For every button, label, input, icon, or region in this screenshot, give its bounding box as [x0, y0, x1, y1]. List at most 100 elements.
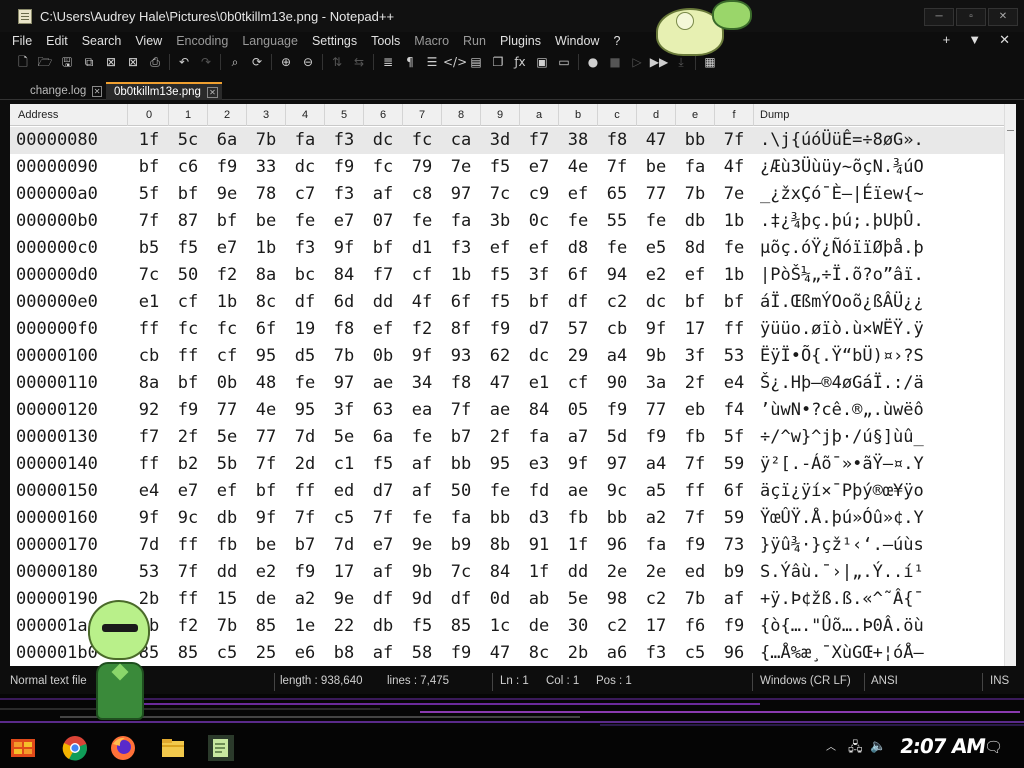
- hex-byte-cell[interactable]: b2: [173, 451, 203, 478]
- hex-byte-cell[interactable]: f5: [485, 154, 515, 181]
- hex-byte-cell[interactable]: 9b: [641, 343, 671, 370]
- hex-byte-cell[interactable]: af: [407, 478, 437, 505]
- hex-row[interactable]: 00000140 ff b2 5b 7f 2d c1 f5 af bb 95 e3 9f 97 a4 7f 59…: [10, 451, 1016, 478]
- hex-byte-cell[interactable]: 53: [719, 343, 749, 370]
- hex-row[interactable]: 00000080 1f 5c 6a 7b fa f3 dc fc ca 3d f7 38 f8 47 bb 7f…: [10, 127, 1016, 154]
- hex-byte-cell[interactable]: df: [290, 289, 320, 316]
- hex-byte-cell[interactable]: 9f: [134, 505, 164, 532]
- hex-byte-cell[interactable]: 5b: [212, 451, 242, 478]
- close-tab-button[interactable]: ✕: [999, 32, 1010, 48]
- hex-row-dump[interactable]: µõç.óŸ¿ÑóïïØþå.þ: [760, 235, 924, 262]
- hex-byte-cell[interactable]: ae: [368, 370, 398, 397]
- hex-byte-cell[interactable]: e7: [173, 478, 203, 505]
- hex-byte-cell[interactable]: 53: [134, 559, 164, 586]
- hex-byte-cell[interactable]: b5: [134, 235, 164, 262]
- hex-byte-cell[interactable]: 48: [251, 370, 281, 397]
- close-button[interactable]: ✕: [988, 8, 1018, 26]
- hex-byte-cell[interactable]: f9: [329, 154, 359, 181]
- hex-row-dump[interactable]: .‡¿¾þç.þú;.þUþÛ.: [760, 208, 924, 235]
- menu-file[interactable]: File: [12, 34, 32, 48]
- menu-window[interactable]: Window: [555, 34, 599, 48]
- hex-byte-cell[interactable]: f5: [485, 262, 515, 289]
- hex-byte-cell[interactable]: 0b: [212, 370, 242, 397]
- hex-byte-cell[interactable]: be: [641, 154, 671, 181]
- menu-tools[interactable]: Tools: [371, 34, 400, 48]
- hex-byte-cell[interactable]: 7f: [290, 505, 320, 532]
- hex-byte-cell[interactable]: f5: [368, 451, 398, 478]
- hex-byte-cell[interactable]: f2: [173, 613, 203, 640]
- hex-byte-cell[interactable]: bb: [680, 127, 710, 154]
- find-icon[interactable]: ⌕: [224, 53, 246, 71]
- hex-byte-cell[interactable]: 6f: [251, 316, 281, 343]
- hex-byte-cell[interactable]: dc: [641, 289, 671, 316]
- hex-row[interactable]: 00000100 cb ff cf 95 d5 7b 0b 9f 93 62 dc 29 a4 9b 3f 53…: [10, 343, 1016, 370]
- hex-byte-cell[interactable]: f2: [212, 262, 242, 289]
- hex-byte-cell[interactable]: c2: [641, 586, 671, 613]
- hex-byte-cell[interactable]: 3b: [485, 208, 515, 235]
- hex-byte-cell[interactable]: 17: [329, 559, 359, 586]
- hex-byte-cell[interactable]: fa: [446, 208, 476, 235]
- hex-row[interactable]: 000000f0 ff fc fc 6f 19 f8 ef f2 8f f9 d7 57 cb 9f 17 ff…: [10, 316, 1016, 343]
- hex-byte-cell[interactable]: f3: [446, 235, 476, 262]
- hex-byte-cell[interactable]: 95: [485, 451, 515, 478]
- hex-byte-cell[interactable]: e5: [641, 235, 671, 262]
- hex-byte-cell[interactable]: 9b: [407, 559, 437, 586]
- hex-byte-cell[interactable]: db: [368, 613, 398, 640]
- chrome-icon[interactable]: [62, 735, 88, 761]
- hex-row[interactable]: 00000090 bf c6 f9 33 dc f9 fc 79 7e f5 e7 4e 7f be fa 4f…: [10, 154, 1016, 181]
- hex-byte-cell[interactable]: c5: [680, 640, 710, 666]
- hex-byte-cell[interactable]: bf: [173, 181, 203, 208]
- hex-byte-cell[interactable]: af: [719, 586, 749, 613]
- hex-byte-cell[interactable]: 90: [602, 370, 632, 397]
- hex-byte-cell[interactable]: fb: [212, 532, 242, 559]
- hex-byte-cell[interactable]: 7d: [290, 424, 320, 451]
- notepadpp-icon[interactable]: [208, 735, 234, 761]
- hex-byte-cell[interactable]: f2: [407, 316, 437, 343]
- hex-byte-cell[interactable]: a2: [290, 586, 320, 613]
- print-icon[interactable]: ⎙: [144, 53, 166, 71]
- hex-byte-cell[interactable]: 3f: [329, 397, 359, 424]
- doc-map-icon[interactable]: ▤: [465, 53, 487, 71]
- hex-row-dump[interactable]: {…Å%æ¸¯XùGŒ+¦óÅ–: [760, 640, 924, 666]
- volume-icon[interactable]: 🔈: [870, 738, 886, 754]
- hex-byte-cell[interactable]: f9: [602, 397, 632, 424]
- hex-byte-cell[interactable]: f5: [407, 613, 437, 640]
- hex-byte-cell[interactable]: 5e: [563, 586, 593, 613]
- new-tab-button[interactable]: +: [943, 32, 951, 48]
- hex-byte-cell[interactable]: 6d: [329, 289, 359, 316]
- hex-byte-cell[interactable]: ff: [173, 343, 203, 370]
- hex-byte-cell[interactable]: af: [368, 559, 398, 586]
- hex-byte-cell[interactable]: 7b: [680, 586, 710, 613]
- hex-byte-cell[interactable]: f6: [680, 613, 710, 640]
- hex-byte-cell[interactable]: 4e: [563, 154, 593, 181]
- hex-byte-cell[interactable]: d7: [368, 478, 398, 505]
- hex-row[interactable]: 00000190 2b ff 15 de a2 9e df 9d df 0d ab 5e 98 c2 7b af…: [10, 586, 1016, 613]
- hex-byte-cell[interactable]: bb: [602, 505, 632, 532]
- hex-byte-cell[interactable]: 07: [368, 208, 398, 235]
- hex-row-dump[interactable]: ’ùwN•?cê.®„.ùwëô: [760, 397, 924, 424]
- hex-byte-cell[interactable]: 59: [719, 451, 749, 478]
- hex-byte-cell[interactable]: ae: [563, 478, 593, 505]
- hex-byte-cell[interactable]: 77: [641, 397, 671, 424]
- hex-byte-cell[interactable]: c7: [290, 181, 320, 208]
- menu-settings[interactable]: Settings: [312, 34, 357, 48]
- sync-h-icon[interactable]: ⇆: [348, 53, 370, 71]
- redo-icon[interactable]: ↷: [195, 53, 217, 71]
- hex-byte-cell[interactable]: f3: [290, 235, 320, 262]
- hex-byte-cell[interactable]: 5c: [173, 127, 203, 154]
- hex-byte-cell[interactable]: d1: [407, 235, 437, 262]
- hex-byte-cell[interactable]: ff: [134, 451, 164, 478]
- hex-byte-cell[interactable]: fb: [563, 505, 593, 532]
- firefox-icon[interactable]: [110, 735, 136, 761]
- hex-byte-cell[interactable]: c2: [602, 289, 632, 316]
- hex-byte-cell[interactable]: f9: [485, 316, 515, 343]
- hex-byte-cell[interactable]: f9: [173, 397, 203, 424]
- hex-byte-cell[interactable]: 3f: [680, 343, 710, 370]
- hex-byte-cell[interactable]: 8f: [446, 316, 476, 343]
- close-all-icon[interactable]: ⊠: [122, 53, 144, 71]
- hex-byte-cell[interactable]: 97: [602, 451, 632, 478]
- menu-encoding[interactable]: Encoding: [176, 34, 228, 48]
- hex-byte-cell[interactable]: ff: [680, 478, 710, 505]
- hex-byte-cell[interactable]: c8: [407, 181, 437, 208]
- hex-byte-cell[interactable]: fa: [446, 505, 476, 532]
